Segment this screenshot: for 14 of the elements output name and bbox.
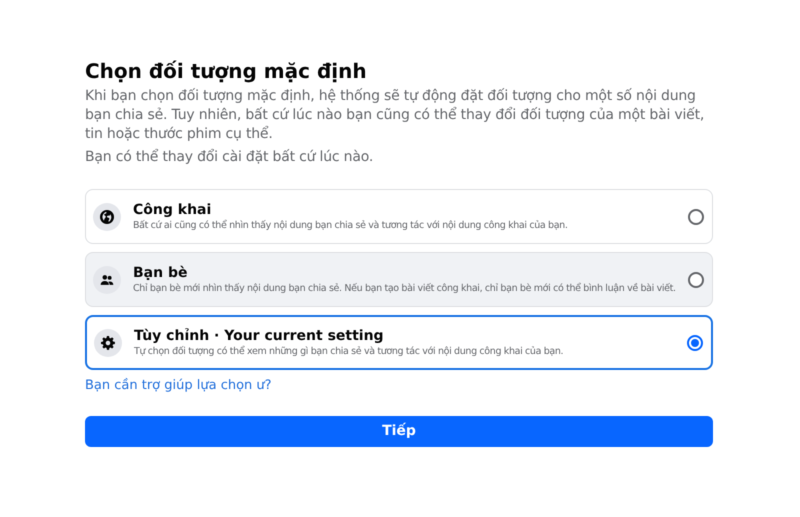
description-text: Khi bạn chọn đối tượng mặc định, hệ thống sẽ tự động đặt đối tượng cho một số nội dung bạn chia sẻ. Tuy nhiên, bất cứ lúc nào bạn cũng có thể thay đổi đối tượng của một bài viết, tin hoặc thước phim cụ thể.: [85, 87, 706, 144]
option-description: Chỉ bạn bè mới nhìn thấy nội dung bạn chia sẻ. Nếu bạn tạo bài viết công khai, chỉ bạn bè mới có thể bình luận về bài viết.: [133, 282, 676, 296]
audience-option[interactable]: Tùy chỉnh · Your current setting Tự chọn đối tượng có thể xem những gì bạn chia sẻ và tương tác với nội dung công khai của bạn.: [85, 315, 713, 370]
audience-option[interactable]: Bạn bè Chỉ bạn bè mới nhìn thấy nội dung bạn chia sẻ. Nếu bạn tạo bài viết công khai, chỉ bạn bè mới có thể bình luận về bài viết.: [85, 252, 713, 307]
next-button[interactable]: Tiếp: [85, 416, 713, 447]
audience-option[interactable]: Công khai Bất cứ ai cũng có thể nhìn thấy nội dung bạn chia sẻ và tương tác với nội dung công khai của bạn.: [85, 189, 713, 244]
option-label: Tùy chỉnh · Your current setting: [134, 326, 385, 344]
option-label: Bạn bè: [133, 264, 188, 282]
option-description: Tự chọn đối tượng có thể xem những gì bạn chia sẻ và tương tác với nội dung công khai của bạn.: [134, 344, 564, 358]
help-link[interactable]: Bạn cần trợ giúp lựa chọn ư?: [85, 376, 272, 396]
option-description: Bất cứ ai cũng có thể nhìn thấy nội dung bạn chia sẻ và tương tác với nội dung công khai của bạn.: [133, 218, 569, 232]
note-text: Bạn có thể thay đổi cài đặt bất cứ lúc nào.: [85, 148, 374, 167]
page-title: Chọn đối tượng mặc định: [85, 58, 368, 84]
option-label: Công khai: [133, 200, 212, 218]
